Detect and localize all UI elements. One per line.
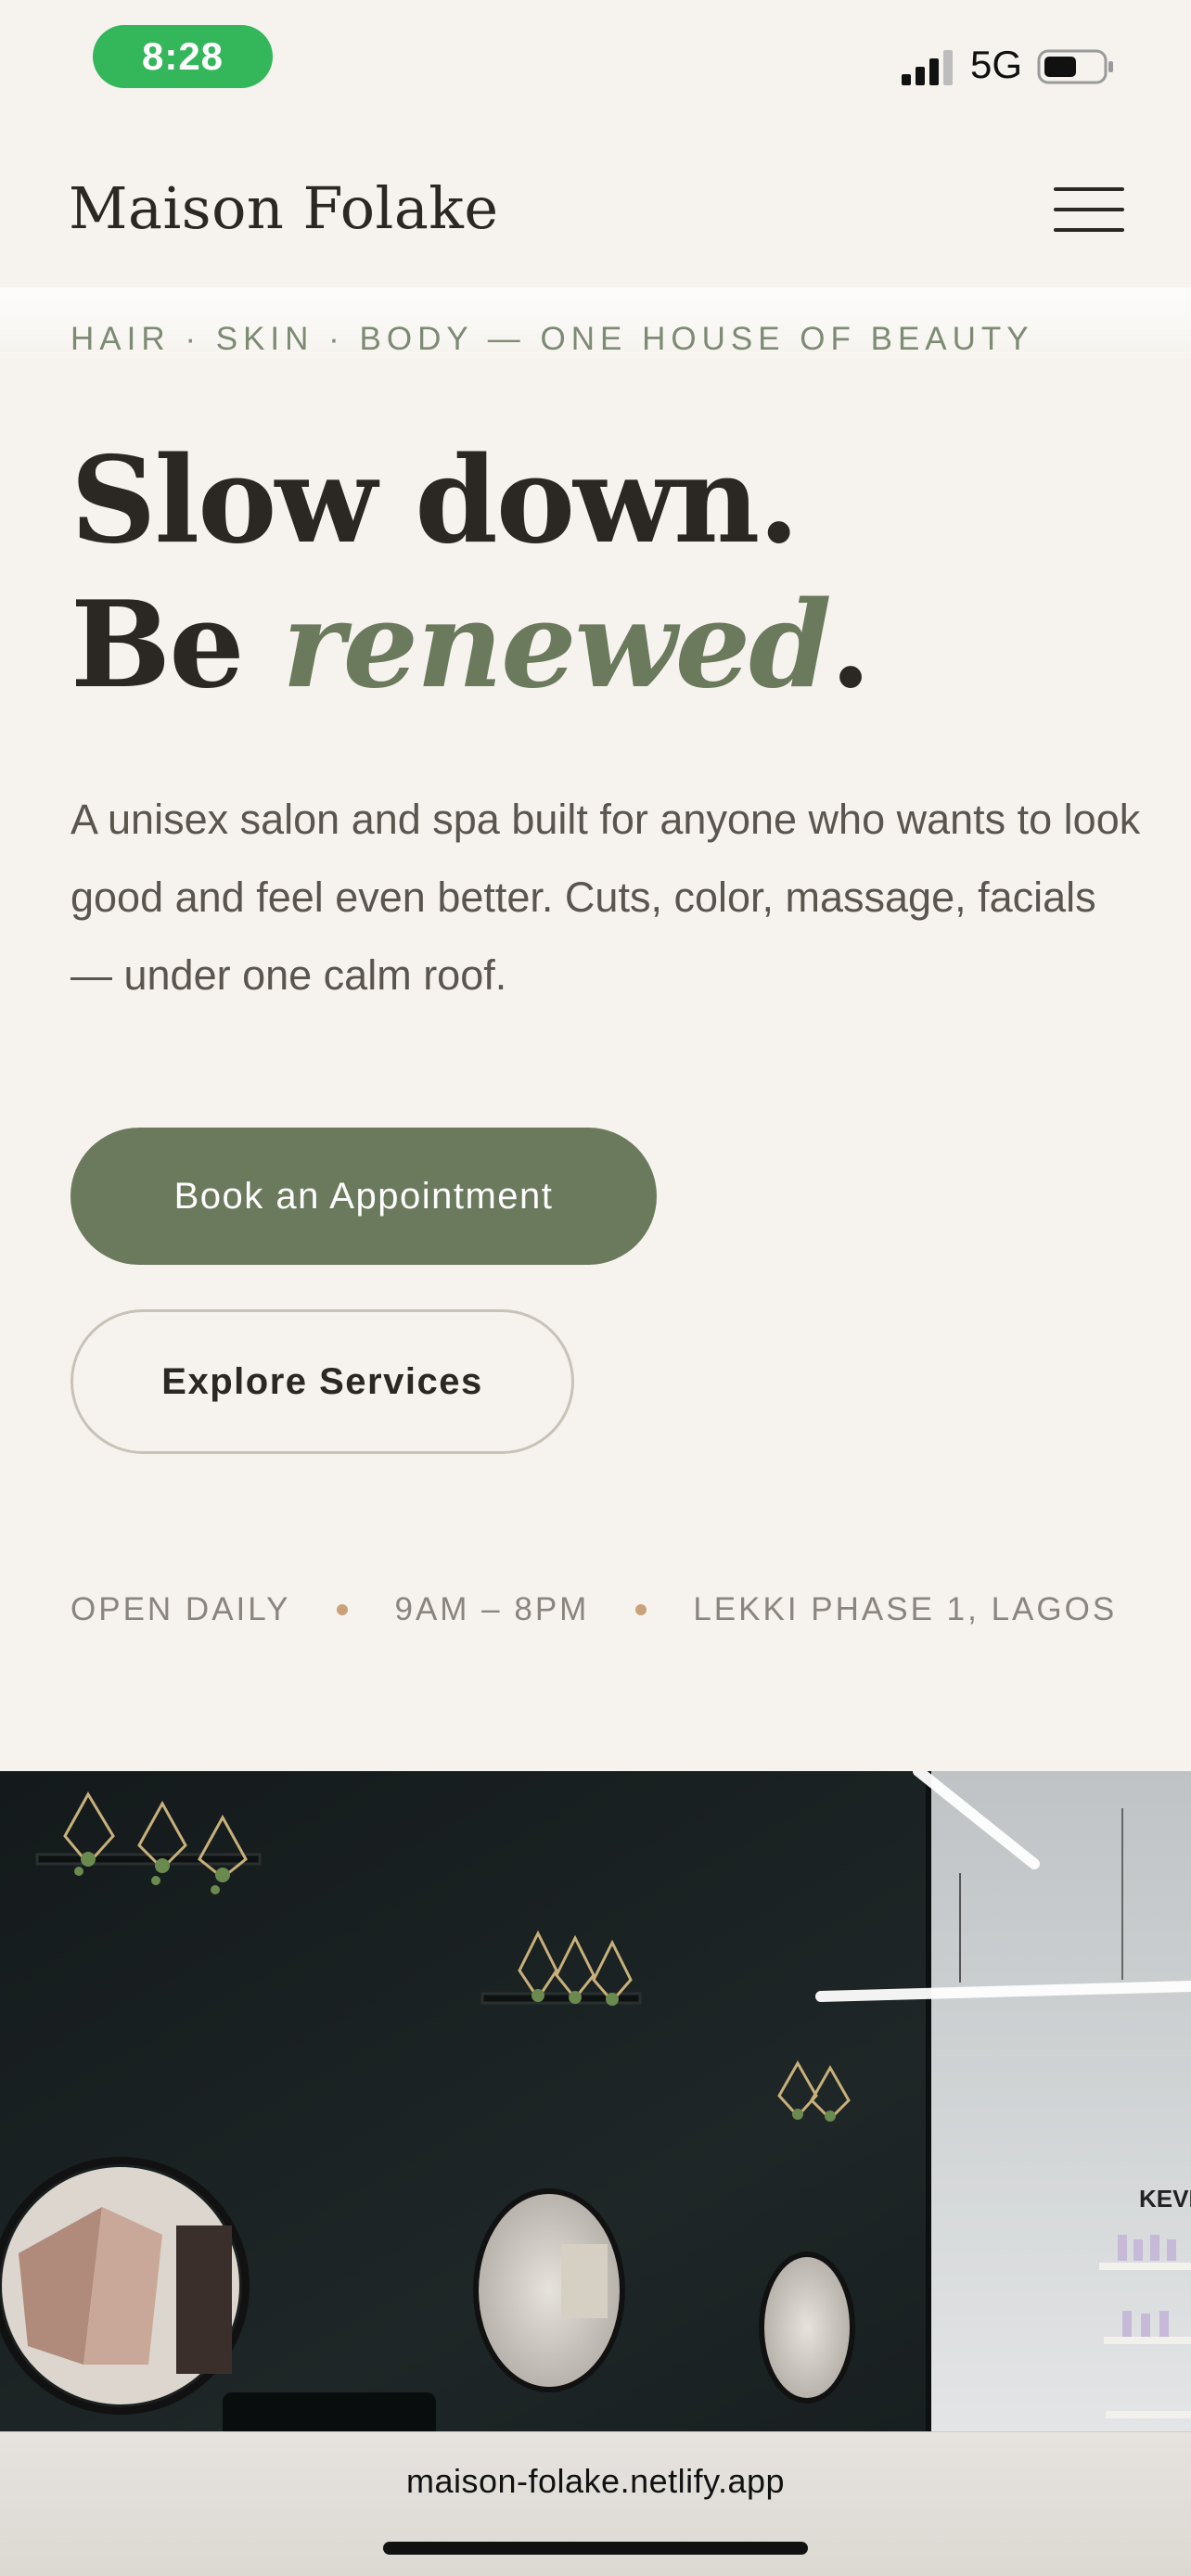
salon-illustration: KEVI — [0, 1771, 1191, 2431]
location: LEKKI PHASE 1, LAGOS — [693, 1591, 1118, 1627]
hours-value: 9AM – 8PM — [394, 1591, 590, 1627]
hero-intro: A unisex salon and spa built for anyone … — [70, 796, 1141, 999]
headline-line-1: Slow down. — [70, 431, 800, 570]
hero-eyebrow: HAIR · SKIN · BODY — ONE HOUSE OF BEAUTY — [70, 321, 1034, 357]
status-time: 8:28 — [93, 25, 273, 88]
info-row: OPEN DAILY 9AM – 8PM LEKKI PHASE 1, LAGO… — [70, 1591, 1146, 1628]
hamburger-menu-icon[interactable] — [1054, 185, 1124, 234]
brand-logo[interactable]: Maison Folake — [69, 174, 499, 242]
headline-line-2-suffix: . — [829, 576, 872, 715]
explore-services-button[interactable]: Explore Services — [70, 1309, 574, 1454]
menu-line — [1054, 187, 1124, 191]
status-bar: 8:28 5G — [0, 0, 1191, 130]
salon-interior-image: KEVI — [0, 1771, 1191, 2431]
hours-label: OPEN DAILY — [70, 1591, 291, 1627]
signal-icon — [902, 50, 953, 85]
home-indicator[interactable] — [383, 2542, 808, 2555]
shelf-sign-text: KEVI — [1139, 2185, 1191, 2213]
headline-accent: renewed — [282, 576, 831, 715]
separator-dot — [337, 1604, 349, 1615]
battery-icon — [1037, 49, 1113, 84]
network-label: 5G — [970, 43, 1023, 86]
browser-address-bar[interactable]: maison-folake.netlify.app — [0, 2431, 1191, 2576]
hero-headline: Slow down. Be renewed. — [70, 428, 872, 718]
menu-line — [1054, 228, 1124, 232]
url-text[interactable]: maison-folake.netlify.app — [0, 2462, 1191, 2501]
separator-dot — [635, 1604, 647, 1615]
book-appointment-button[interactable]: Book an Appointment — [70, 1128, 657, 1265]
menu-line — [1054, 208, 1124, 211]
headline-line-2-prefix: Be — [70, 576, 283, 715]
site-header: Maison Folake — [0, 130, 1191, 287]
